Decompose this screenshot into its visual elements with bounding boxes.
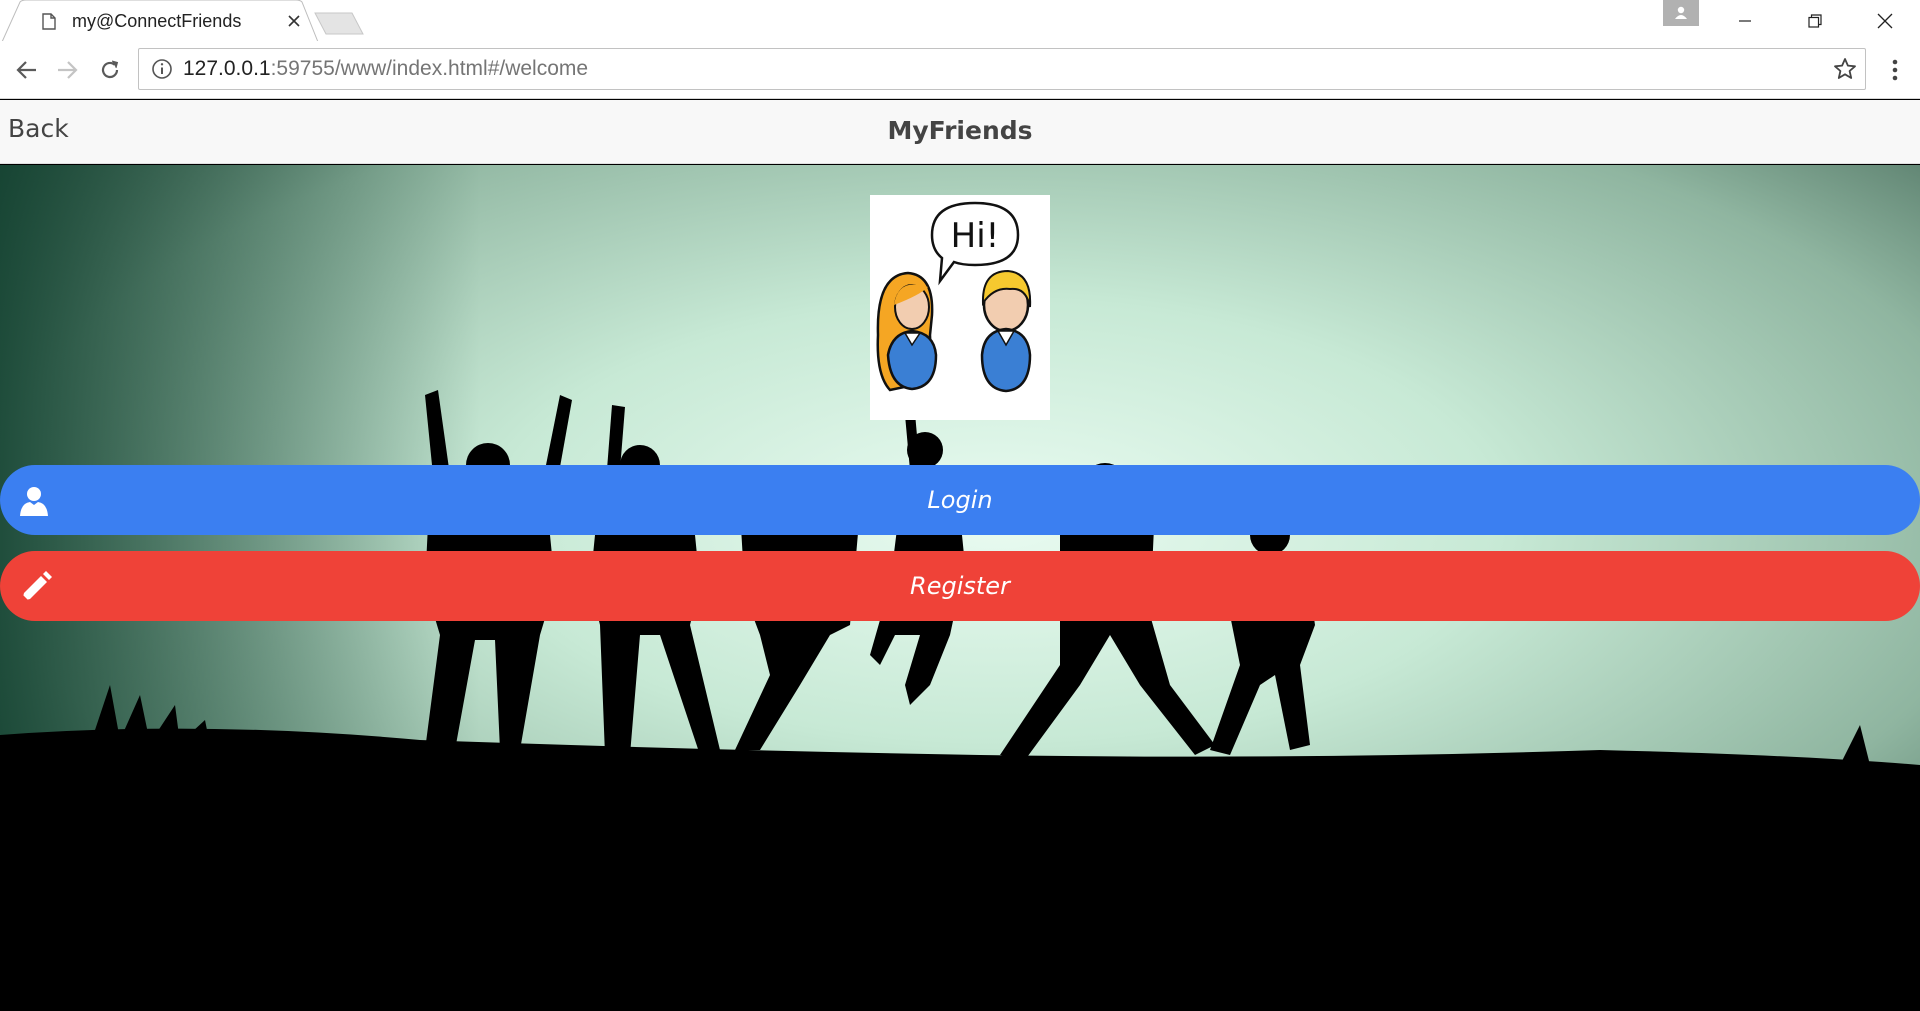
app-logo: Hi! xyxy=(870,195,1050,420)
browser-toolbar: 127.0.0.1:59755/www/index.html#/welcome xyxy=(0,41,1920,99)
register-button[interactable]: Register xyxy=(0,551,1920,621)
url-text: 127.0.0.1:59755/www/index.html#/welcome xyxy=(183,57,589,80)
profile-icon[interactable] xyxy=(1663,0,1699,26)
pencil-icon xyxy=(18,571,52,603)
close-window-icon[interactable] xyxy=(1850,0,1920,41)
browser-tab[interactable]: my@ConnectFriends xyxy=(18,0,308,42)
reload-icon[interactable] xyxy=(93,53,127,87)
user-icon xyxy=(18,485,50,517)
site-info-icon[interactable] xyxy=(151,58,173,80)
browser-menu-icon[interactable] xyxy=(1880,55,1910,85)
bookmark-star-icon[interactable] xyxy=(1833,57,1857,81)
minimize-icon[interactable] xyxy=(1710,0,1780,41)
register-label: Register xyxy=(910,572,1010,600)
page-title: MyFriends xyxy=(887,116,1033,145)
restore-icon[interactable] xyxy=(1780,0,1850,41)
browser-tabstrip: my@ConnectFriends xyxy=(0,0,1920,42)
login-label: Login xyxy=(927,486,993,514)
logo-speech-text: Hi! xyxy=(951,216,1000,256)
forward-arrow-icon[interactable] xyxy=(50,53,84,87)
address-bar[interactable]: 127.0.0.1:59755/www/index.html#/welcome xyxy=(138,48,1866,90)
app-header: Back MyFriends xyxy=(0,100,1920,164)
page-icon xyxy=(42,12,56,30)
welcome-content: Hi! Login Register xyxy=(0,165,1920,1011)
tab-title: my@ConnectFriends xyxy=(72,10,242,31)
window-controls xyxy=(1710,0,1920,41)
back-arrow-icon[interactable] xyxy=(10,53,44,87)
login-button[interactable]: Login xyxy=(0,465,1920,535)
new-tab-button[interactable] xyxy=(314,12,364,35)
tab-close-icon[interactable] xyxy=(284,11,304,31)
